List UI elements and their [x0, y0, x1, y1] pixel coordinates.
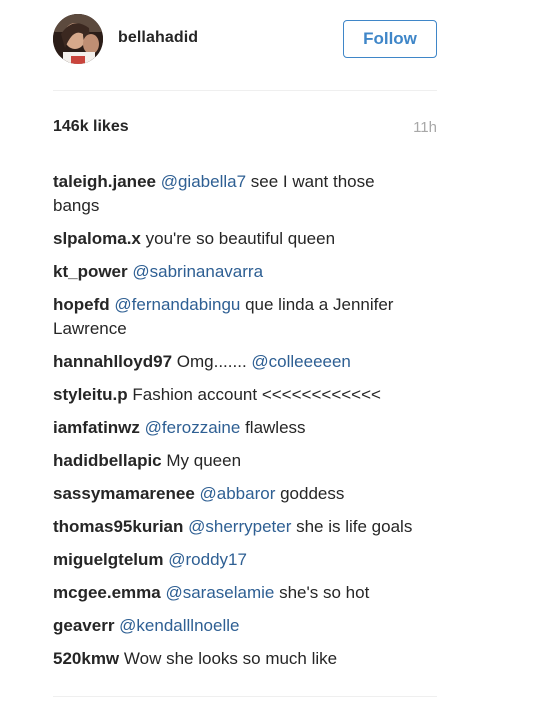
- comment-username[interactable]: thomas95kurian: [53, 517, 183, 536]
- comment-mention[interactable]: @sherrypeter: [188, 517, 291, 536]
- comment-username[interactable]: kt_power: [53, 262, 128, 281]
- comment-username[interactable]: iamfatinwz: [53, 418, 140, 437]
- comment-mention[interactable]: @sabrinanavarra: [132, 262, 263, 281]
- comment-username[interactable]: miguelgtelum: [53, 550, 164, 569]
- post-timestamp: 11h: [413, 119, 437, 136]
- comment-item: styleitu.p Fashion account <<<<<<<<<<<<: [53, 383, 413, 407]
- comment-username[interactable]: slpaloma.x: [53, 229, 141, 248]
- comment-item: sassymamarenee @abbaror goddess: [53, 482, 413, 506]
- comment-text: My queen: [166, 451, 242, 470]
- comment-text: she's so hot: [274, 583, 370, 602]
- comment-text: Wow she looks so much like: [123, 649, 338, 668]
- comment-text: you're so beautiful queen: [145, 229, 336, 248]
- comment-mention[interactable]: @roddy17: [168, 550, 247, 569]
- comment-item: 520kmw Wow she looks so much like: [53, 647, 413, 671]
- comment-item: iamfatinwz @ferozzaine flawless: [53, 416, 413, 440]
- comment-mention[interactable]: @kendalllnoelle: [119, 616, 239, 635]
- comments-list: taleigh.janee @giabella7 see I want thos…: [53, 170, 413, 680]
- comment-item: kt_power @sabrinanavarra: [53, 260, 413, 284]
- post-header: bellahadid Follow: [53, 14, 437, 66]
- divider-bottom: [53, 696, 437, 697]
- comment-username[interactable]: mcgee.emma: [53, 583, 161, 602]
- follow-button[interactable]: Follow: [343, 20, 437, 58]
- username[interactable]: bellahadid: [118, 29, 198, 47]
- comment-text: flawless: [240, 418, 306, 437]
- divider-top: [53, 90, 437, 91]
- comment-item: hannahlloyd97 Omg....... @colleeeeen: [53, 350, 413, 374]
- comment-item: hopefd @fernandabingu que linda a Jennif…: [53, 293, 413, 341]
- comment-text: Fashion account <<<<<<<<<<<<: [132, 385, 381, 404]
- comment-item: geaverr @kendalllnoelle: [53, 614, 413, 638]
- comment-text: Omg.......: [176, 352, 252, 371]
- likes-count[interactable]: 146k likes: [53, 118, 129, 136]
- comment-mention[interactable]: @fernandabingu: [114, 295, 240, 314]
- comment-username[interactable]: hadidbellapic: [53, 451, 162, 470]
- comment-item: miguelgtelum @roddy17: [53, 548, 413, 572]
- comment-username[interactable]: styleitu.p: [53, 385, 128, 404]
- comment-mention[interactable]: @ferozzaine: [145, 418, 241, 437]
- comment-username[interactable]: sassymamarenee: [53, 484, 195, 503]
- comment-text: she is life goals: [291, 517, 413, 536]
- comment-item: slpaloma.x you're so beautiful queen: [53, 227, 413, 251]
- comment-username[interactable]: hannahlloyd97: [53, 352, 172, 371]
- comment-mention[interactable]: @saraselamie: [165, 583, 274, 602]
- avatar[interactable]: [53, 14, 103, 64]
- comment-mention[interactable]: @colleeeeen: [251, 352, 351, 371]
- comment-username[interactable]: hopefd: [53, 295, 110, 314]
- comment-item: taleigh.janee @giabella7 see I want thos…: [53, 170, 413, 218]
- avatar-photo-icon: [53, 14, 103, 64]
- comment-text: goddess: [275, 484, 345, 503]
- comment-username[interactable]: taleigh.janee: [53, 172, 156, 191]
- post-comments-panel: bellahadid Follow 146k likes 11h taleigh…: [0, 0, 535, 710]
- comment-username[interactable]: 520kmw: [53, 649, 119, 668]
- comment-username[interactable]: geaverr: [53, 616, 114, 635]
- comment-mention[interactable]: @abbaror: [200, 484, 276, 503]
- comment-item: thomas95kurian @sherrypeter she is life …: [53, 515, 413, 539]
- comment-item: hadidbellapic My queen: [53, 449, 413, 473]
- comment-item: mcgee.emma @saraselamie she's so hot: [53, 581, 413, 605]
- comment-mention[interactable]: @giabella7: [161, 172, 246, 191]
